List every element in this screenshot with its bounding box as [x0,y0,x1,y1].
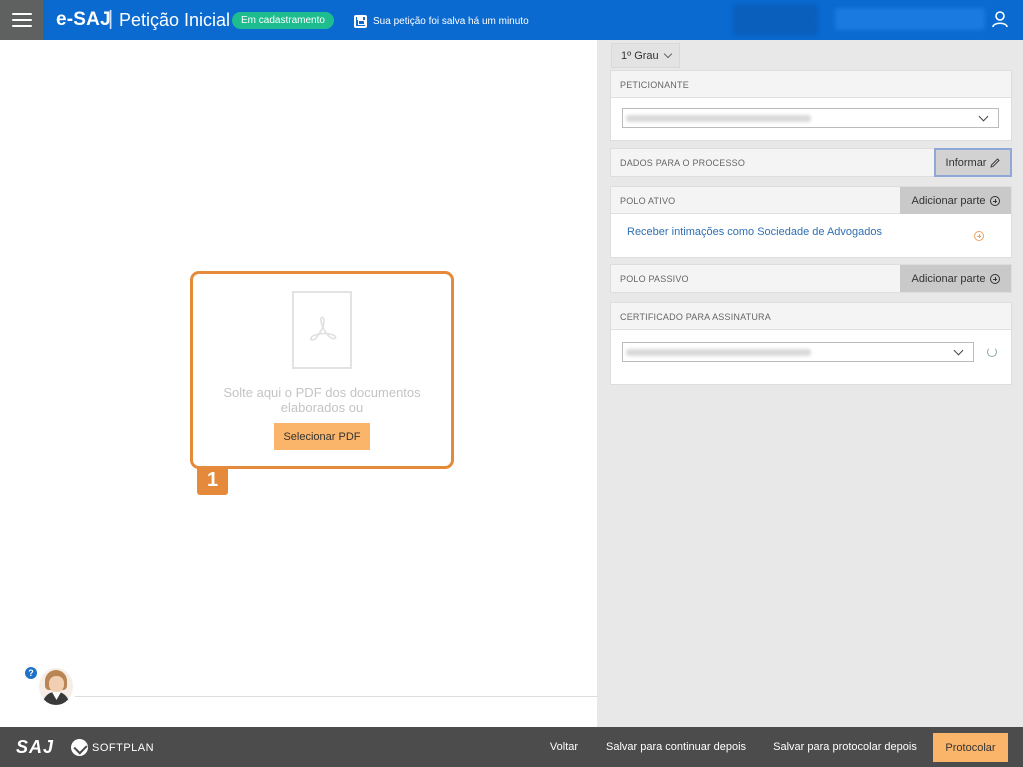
certificado-section: CERTIFICADO PARA ASSINATURA [610,302,1012,385]
softplan-logo: SOFTPLAN [71,739,154,756]
pencil-icon [990,157,1001,168]
polo-passivo-section: POLO PASSIVO Adicionar parte [610,264,1012,293]
refresh-icon[interactable] [987,347,997,357]
chevron-down-icon [663,49,672,58]
user-icon[interactable] [990,9,1010,29]
save-status-text: Sua petição foi salva há um minuto [373,16,529,27]
footer-bar: SAJ SOFTPLAN Voltar Salvar para continua… [0,727,1023,767]
protocol-button[interactable]: Protocolar [933,733,1008,762]
divider [75,696,597,697]
brand-logo: e-SAJ [56,9,111,30]
hamburger-icon [11,13,32,27]
right-panel: 1º Grau PETICIONANTE DADOS PARA O PROCES… [597,40,1023,727]
plus-circle-icon[interactable] [974,231,984,241]
redacted-value [626,349,811,356]
select-pdf-button[interactable]: Selecionar PDF [274,423,370,450]
polo-ativo-label: POLO ATIVO [620,196,676,206]
add-party-label: Adicionar parte [911,272,986,285]
floppy-disk-icon [354,15,367,28]
add-party-label: Adicionar parte [911,194,986,207]
dropzone-instructions: Solte aqui o PDF dos documentos elaborad… [223,385,421,415]
grau-dropdown[interactable]: 1º Grau [611,43,680,68]
menu-button[interactable] [0,0,43,40]
plus-circle-icon [989,273,1000,284]
grau-dropdown-value: 1º Grau [621,49,659,62]
help-icon[interactable]: ? [25,667,37,679]
save-continue-button[interactable]: Salvar para continuar depois [598,727,754,767]
certificado-label: CERTIFICADO PARA ASSINATURA [620,312,771,322]
peticionante-section: PETICIONANTE [610,70,1012,141]
redacted-user-name [835,8,985,30]
peticionante-label: PETICIONANTE [620,80,689,90]
back-button[interactable]: Voltar [542,727,586,767]
pdf-file-icon [292,291,352,369]
polo-passivo-label: POLO PASSIVO [620,274,689,284]
polo-ativo-section: POLO ATIVO Adicionar parte Receber intim… [610,186,1012,258]
certificado-select[interactable] [622,342,974,362]
save-status: Sua petição foi salva há um minuto [354,15,529,28]
brand-separator: | [108,8,114,30]
step-number-badge: 1 [197,466,228,495]
add-party-passivo-button[interactable]: Adicionar parte [900,265,1011,292]
redacted-header-button[interactable] [733,4,818,36]
redacted-value [626,115,811,122]
saj-logo: SAJ [16,737,55,757]
sociedade-advogados-link[interactable]: Receber intimações como Sociedade de Adv… [627,226,882,238]
informar-button-label: Informar [945,156,987,169]
dados-processo-label: DADOS PARA O PROCESSO [620,158,746,168]
pdf-dropzone[interactable]: Solte aqui o PDF dos documentos elaborad… [190,271,454,469]
page-title: Petição Inicial [119,10,231,30]
add-party-ativo-button[interactable]: Adicionar parte [900,187,1011,214]
assistant-avatar[interactable] [39,668,73,705]
peticionante-select[interactable] [622,108,999,128]
chevron-down-icon [953,345,964,356]
informar-button[interactable]: Informar [934,148,1012,177]
status-badge: Em cadastramento [232,12,334,29]
softplan-mark-icon [71,739,88,756]
dados-processo-section: DADOS PARA O PROCESSO Informar [610,148,1012,177]
save-protocol-button[interactable]: Salvar para protocolar depois [766,727,924,767]
top-header-bar: e-SAJ | Petição Inicial Em cadastramento… [0,0,1023,40]
plus-circle-icon [989,195,1000,206]
softplan-logo-text: SOFTPLAN [92,741,155,754]
chevron-down-icon [978,111,989,122]
